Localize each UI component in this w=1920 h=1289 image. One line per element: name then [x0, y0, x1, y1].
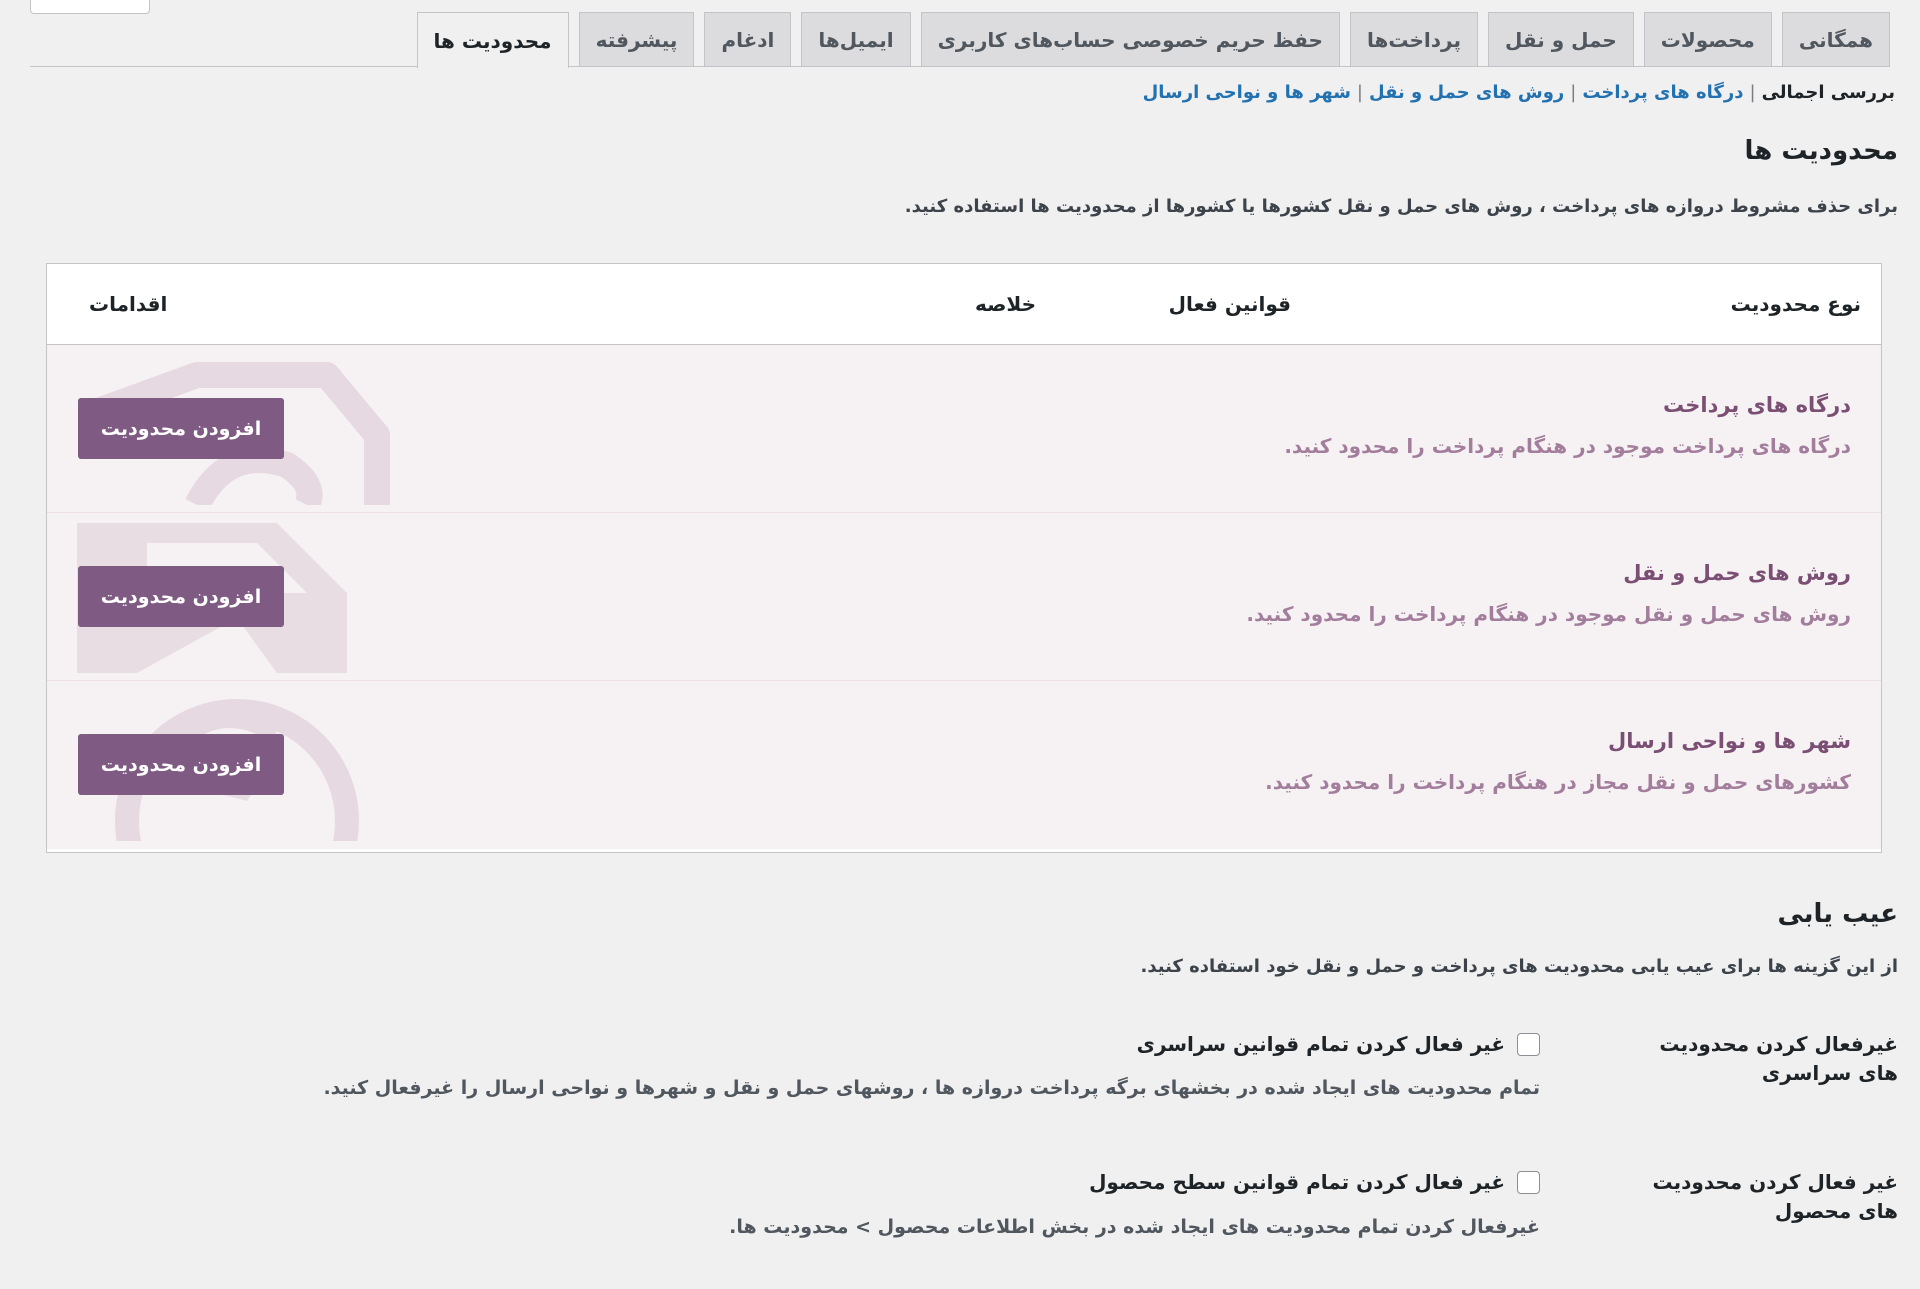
table-row: شهر ها و نواحی ارسال کشورهای حمل و نقل م…	[47, 681, 1881, 849]
restrictions-title: محدودیت ها	[1744, 136, 1899, 166]
option-help-text: تمام محدودیت های ایجاد شده در بخشهای برگ…	[323, 1077, 1540, 1099]
settings-tabs: همگانی محصولات حمل و نقل پرداخت‌ها حفظ ح…	[30, 12, 1890, 68]
subnav-separator: |	[1356, 82, 1363, 103]
header-restriction-type: نوع محدودیت	[1730, 292, 1861, 316]
tab-restrictions[interactable]: محدودیت ها	[416, 12, 569, 68]
troubleshooting-description: از این گزینه ها برای عیب یابی محدودیت ها…	[1140, 956, 1899, 977]
option-label-global: غیرفعال کردن محدودیت های سراسری	[1659, 1032, 1898, 1085]
header-actions: اقدامات	[89, 292, 168, 316]
tab-shipping[interactable]: حمل و نقل	[1487, 12, 1634, 66]
add-restriction-button[interactable]: افزودن محدودیت	[78, 398, 284, 459]
restrictions-description: برای حذف مشروط دروازه های پرداخت ، روش ه…	[904, 196, 1898, 217]
settings-page: همگانی محصولات حمل و نقل پرداخت‌ها حفظ ح…	[0, 0, 1920, 1289]
row-title: درگاه های پرداخت	[1663, 393, 1851, 417]
table-header: نوع محدودیت قوانین فعال خلاصه اقدامات	[47, 264, 1881, 345]
disable-global-rules-checkbox[interactable]	[1517, 1032, 1540, 1056]
header-summary: خلاصه	[974, 292, 1036, 316]
subnav-current: بررسی اجمالی	[1761, 82, 1895, 103]
restrictions-table: نوع محدودیت قوانین فعال خلاصه اقدامات در…	[46, 263, 1882, 853]
tab-emails[interactable]: ایمیل‌ها	[801, 12, 911, 66]
subnav-link-payment-gateways[interactable]: درگاه های پرداخت	[1582, 82, 1743, 103]
subnav-separator: |	[1749, 82, 1756, 103]
row-title: شهر ها و نواحی ارسال	[1608, 729, 1851, 753]
tab-products[interactable]: محصولات	[1643, 12, 1772, 66]
row-description: روش های حمل و نقل موجود در هنگام پرداخت …	[1246, 602, 1851, 626]
tab-payments[interactable]: پرداخت‌ها	[1349, 12, 1478, 66]
option-help-text: غیرفعال کردن تمام محدودیت های ایجاد شده …	[729, 1216, 1540, 1238]
row-description: درگاه های پرداخت موجود در هنگام پرداخت ر…	[1284, 434, 1851, 458]
row-title: روش های حمل و نقل	[1623, 561, 1851, 585]
table-row: درگاه های پرداخت درگاه های پرداخت موجود …	[47, 345, 1881, 513]
table-row: روش های حمل و نقل روش های حمل و نقل موجو…	[47, 513, 1881, 681]
option-checkbox-row-product[interactable]: غیر فعال کردن تمام قوانین سطح محصول	[1089, 1170, 1540, 1194]
option-label-product: غیر فعال کردن محدودیت های محصول	[1652, 1170, 1898, 1223]
add-restriction-button[interactable]: افزودن محدودیت	[78, 566, 284, 627]
tab-advanced[interactable]: پیشرفته	[578, 12, 695, 66]
tab-privacy[interactable]: حفظ حریم خصوصی حساب‌های کاربری	[920, 12, 1340, 66]
checkbox-label: غیر فعال کردن تمام قوانین سراسری	[1136, 1032, 1505, 1056]
header-active-rules: قوانین فعال	[1168, 292, 1291, 316]
subnav-link-shipping-methods[interactable]: روش های حمل و نقل	[1369, 82, 1564, 103]
checkbox-label: غیر فعال کردن تمام قوانین سطح محصول	[1089, 1170, 1505, 1194]
add-restriction-button[interactable]: افزودن محدودیت	[78, 734, 284, 795]
subnav-separator: |	[1570, 82, 1577, 103]
breadcrumb: بررسی اجمالی | درگاه های پرداخت | روش ها…	[1143, 82, 1895, 103]
tab-integration[interactable]: ادغام	[704, 12, 792, 66]
option-checkbox-row-global[interactable]: غیر فعال کردن تمام قوانین سراسری	[1137, 1032, 1540, 1056]
disable-product-rules-checkbox[interactable]	[1517, 1170, 1540, 1194]
subnav-link-shipping-countries[interactable]: شهر ها و نواحی ارسال	[1143, 82, 1351, 103]
tab-general[interactable]: همگانی	[1781, 12, 1890, 66]
troubleshooting-title: عیب یابی	[1777, 899, 1898, 929]
row-description: کشورهای حمل و نقل مجاز در هنگام پرداخت ر…	[1265, 770, 1851, 794]
